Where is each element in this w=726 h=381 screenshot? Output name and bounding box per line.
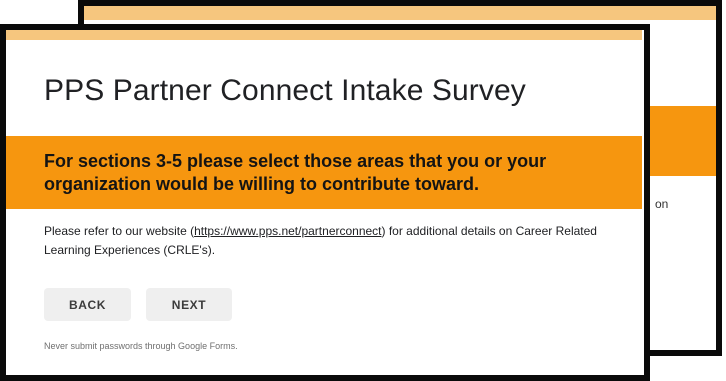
form-top-strip [6, 30, 642, 40]
form-card: PPS Partner Connect Intake Survey For se… [0, 24, 650, 381]
description-prefix: Please refer to our website ( [44, 224, 195, 238]
password-warning-note: Never submit passwords through Google Fo… [44, 341, 238, 351]
background-card-partial-text: on [655, 197, 669, 211]
partner-connect-link[interactable]: https://www.pps.net/partnerconnect [194, 224, 381, 238]
background-card-top-strip [84, 6, 716, 20]
back-button[interactable]: BACK [44, 288, 131, 321]
form-title: PPS Partner Connect Intake Survey [44, 74, 526, 107]
next-button[interactable]: NEXT [146, 288, 232, 321]
section-header-text: For sections 3-5 please select those are… [44, 151, 547, 194]
section-banner: For sections 3-5 please select those are… [6, 136, 642, 209]
section-description: Please refer to our website (https://www… [44, 222, 614, 260]
